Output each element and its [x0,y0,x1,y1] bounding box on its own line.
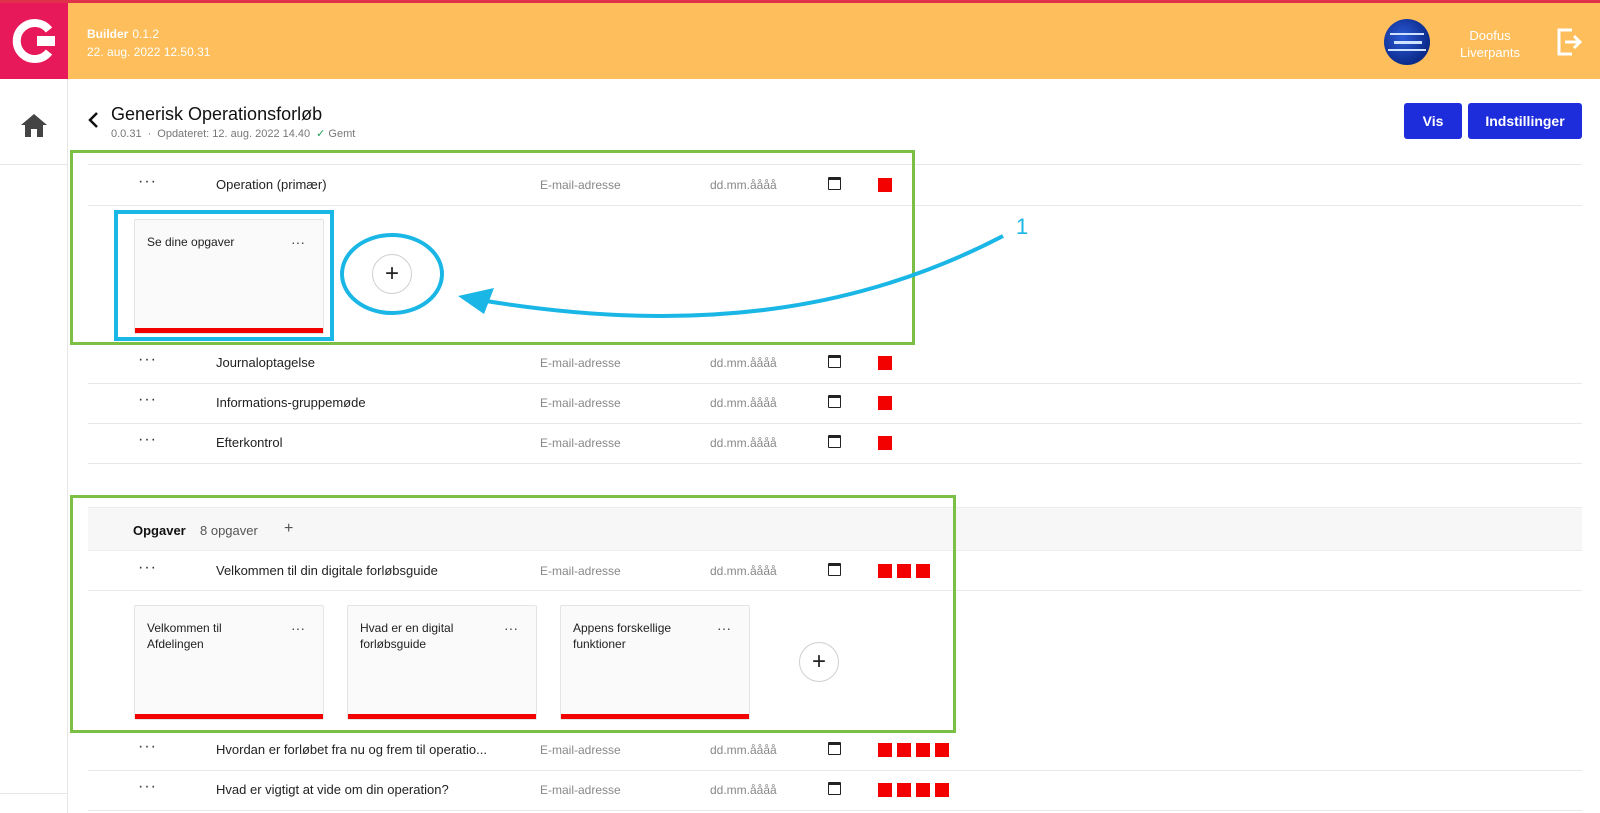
highlight-card-outline [114,210,334,341]
annotation-number: 1 [1016,214,1029,239]
annotation-overlay [114,210,1004,341]
annotation-arrow [479,234,1004,318]
arrowhead-icon [458,288,494,314]
highlight-plus-outline [340,233,444,315]
